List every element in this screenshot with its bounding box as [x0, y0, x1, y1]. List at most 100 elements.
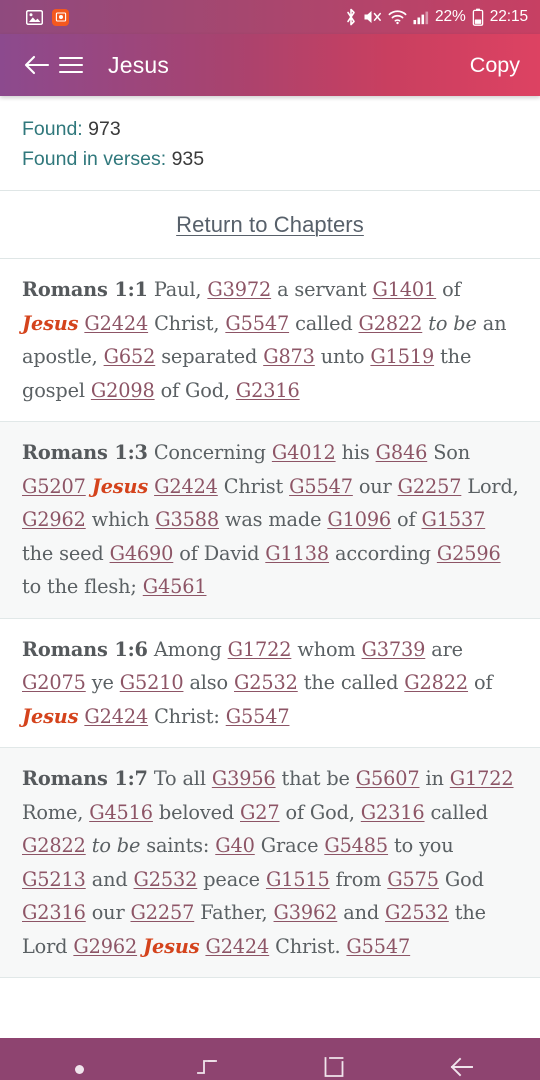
verse-reference[interactable]: Romans 1:7 — [22, 767, 148, 790]
strongs-number-link[interactable]: G5547 — [226, 705, 290, 728]
strongs-number-link[interactable]: G5547 — [225, 312, 289, 335]
verse-reference[interactable]: Romans 1:6 — [22, 638, 148, 661]
verse-row[interactable]: Romans 1:3 Concerning G4012 his G846 Son… — [0, 422, 540, 619]
strongs-number-link[interactable]: G3739 — [362, 638, 426, 661]
bluetooth-icon — [345, 8, 357, 26]
strongs-number-link[interactable]: G2075 — [22, 671, 86, 694]
nav-dot-button[interactable] — [45, 1047, 115, 1080]
strongs-number-link[interactable]: G2424 — [84, 312, 148, 335]
hamburger-icon — [59, 56, 83, 74]
found-in-verses-label: Found in verses: — [22, 148, 167, 170]
verse-row[interactable]: Romans 1:7 To all G3956 that be G5607 in… — [0, 748, 540, 978]
dot-icon — [75, 1064, 84, 1074]
strongs-number-link[interactable]: G2532 — [385, 901, 449, 924]
verse-text: Christ — [223, 474, 284, 498]
return-to-chapters-row[interactable]: Return to Chapters — [0, 191, 540, 259]
strongs-number-link[interactable]: G2424 — [84, 705, 148, 728]
content-scroll-area[interactable]: Found: 973 Found in verses: 935 Return t… — [0, 96, 540, 1038]
verse-text: of — [474, 671, 493, 694]
strongs-number-link[interactable]: G846 — [376, 441, 428, 464]
back-arrow-icon — [447, 1055, 475, 1080]
strongs-number-link[interactable]: G5547 — [289, 475, 353, 498]
nav-recents-button[interactable] — [172, 1047, 242, 1080]
strongs-number-link[interactable]: G1722 — [228, 638, 292, 661]
strongs-number-link[interactable]: G2596 — [437, 542, 501, 565]
strongs-number-link[interactable]: G4690 — [110, 542, 174, 565]
system-navigation-bar — [0, 1038, 540, 1080]
strongs-number-link[interactable]: G2257 — [131, 901, 195, 924]
verse-text: the seed — [22, 541, 104, 565]
search-summary: Found: 973 Found in verses: 935 — [0, 96, 540, 191]
wifi-icon — [388, 9, 407, 25]
strongs-number-link[interactable]: G2822 — [22, 834, 86, 857]
strongs-number-link[interactable]: G1096 — [327, 508, 391, 531]
strongs-number-link[interactable]: G3588 — [155, 508, 219, 531]
found-value: 973 — [88, 118, 121, 140]
page-title: Jesus — [108, 51, 170, 78]
verse-results-list: Romans 1:1 Paul, G3972 a servant G1401 o… — [0, 259, 540, 978]
strongs-number-link[interactable]: G1519 — [370, 345, 434, 368]
search-term-highlight: Jesus — [91, 474, 149, 498]
strongs-number-link[interactable]: G5207 — [22, 475, 86, 498]
strongs-number-link[interactable]: G5607 — [356, 767, 420, 790]
nav-home-button[interactable] — [299, 1047, 369, 1080]
strongs-number-link[interactable]: G5213 — [22, 868, 86, 891]
strongs-number-link[interactable]: G2257 — [398, 475, 462, 498]
copy-button[interactable]: Copy — [470, 53, 522, 78]
found-label: Found: — [22, 118, 83, 140]
cellular-signal-icon — [413, 10, 429, 25]
strongs-number-link[interactable]: G2424 — [205, 935, 269, 958]
strongs-number-link[interactable]: G2316 — [236, 379, 300, 402]
menu-button[interactable] — [54, 48, 88, 82]
status-bar-right-icons: 22% 22:15 — [345, 8, 528, 26]
strongs-number-link[interactable]: G2532 — [234, 671, 298, 694]
strongs-number-link[interactable]: G1401 — [372, 278, 436, 301]
strongs-number-link[interactable]: G1537 — [421, 508, 485, 531]
verse-reference[interactable]: Romans 1:3 — [22, 441, 148, 464]
return-to-chapters-link[interactable]: Return to Chapters — [176, 212, 364, 237]
strongs-number-link[interactable]: G3962 — [274, 901, 338, 924]
strongs-number-link[interactable]: G4012 — [272, 441, 336, 464]
strongs-number-link[interactable]: G1515 — [266, 868, 330, 891]
recents-icon — [194, 1054, 220, 1080]
verse-text: also — [189, 671, 229, 694]
battery-percent-label: 22% — [434, 8, 466, 25]
strongs-number-link[interactable]: G1138 — [265, 542, 329, 565]
strongs-number-link[interactable]: G3956 — [212, 767, 276, 790]
strongs-number-link[interactable]: G2822 — [359, 312, 423, 335]
strongs-number-link[interactable]: G2098 — [91, 379, 155, 402]
strongs-number-link[interactable]: G2962 — [73, 935, 137, 958]
strongs-number-link[interactable]: G5485 — [324, 834, 388, 857]
strongs-number-link[interactable]: G3972 — [207, 278, 271, 301]
sound-muted-icon — [363, 8, 382, 26]
verse-reference[interactable]: Romans 1:1 — [22, 278, 148, 301]
strongs-number-link[interactable]: G27 — [240, 801, 280, 824]
search-term-highlight: Jesus — [22, 311, 79, 335]
search-term-highlight: Jesus — [22, 704, 79, 728]
verse-text: Christ. — [275, 934, 341, 958]
back-button[interactable] — [20, 48, 54, 82]
strongs-number-link[interactable]: G2822 — [404, 671, 468, 694]
supplied-word: to be — [91, 834, 141, 857]
strongs-number-link[interactable]: G2316 — [361, 801, 425, 824]
strongs-number-link[interactable]: G4561 — [143, 575, 207, 598]
strongs-number-link[interactable]: G2962 — [22, 508, 86, 531]
strongs-number-link[interactable]: G873 — [263, 345, 315, 368]
nav-back-button[interactable] — [426, 1047, 496, 1080]
strongs-number-link[interactable]: G1722 — [450, 767, 514, 790]
strongs-number-link[interactable]: G575 — [387, 868, 439, 891]
verse-row[interactable]: Romans 1:6 Among G1722 whom G3739 are G2… — [0, 618, 540, 748]
strongs-number-link[interactable]: G5210 — [120, 671, 184, 694]
found-in-verses-row: Found in verses: 935 — [22, 144, 518, 174]
strongs-number-link[interactable]: G2424 — [154, 475, 218, 498]
verse-text: our — [358, 474, 392, 498]
strongs-number-link[interactable]: G5547 — [346, 935, 410, 958]
app-bar: Jesus Copy — [0, 34, 540, 96]
verse-text: God — [444, 867, 484, 891]
strongs-number-link[interactable]: G652 — [104, 345, 156, 368]
strongs-number-link[interactable]: G2532 — [134, 868, 198, 891]
strongs-number-link[interactable]: G40 — [215, 834, 255, 857]
verse-row[interactable]: Romans 1:1 Paul, G3972 a servant G1401 o… — [0, 259, 540, 422]
strongs-number-link[interactable]: G2316 — [22, 901, 86, 924]
strongs-number-link[interactable]: G4516 — [89, 801, 153, 824]
